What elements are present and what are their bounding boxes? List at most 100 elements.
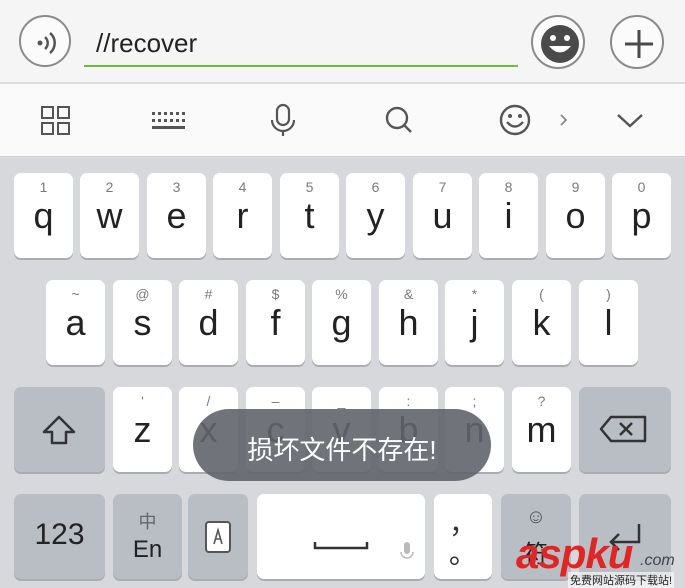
key-label: f	[270, 302, 281, 343]
message-input-bar: //recover	[0, 0, 685, 83]
key-hint: _	[337, 393, 346, 409]
key-hint: 5	[305, 179, 314, 195]
key-s[interactable]: @ s	[113, 280, 172, 365]
key-hint: 9	[571, 179, 580, 195]
key-hint: ~	[71, 286, 80, 302]
key-hint: ?	[537, 393, 546, 409]
key-hint: /	[206, 393, 211, 409]
key-hint: %	[335, 286, 348, 302]
key-q[interactable]: 1 q	[14, 173, 73, 258]
grid-icon[interactable]	[36, 100, 76, 140]
key-u[interactable]: 7 u	[413, 173, 472, 258]
key-label: w	[96, 195, 123, 236]
shift-key[interactable]	[14, 387, 105, 472]
key-d[interactable]: # d	[179, 280, 238, 365]
message-input-text: //recover	[96, 28, 198, 58]
key-e[interactable]: 3 e	[147, 173, 206, 258]
key-label: y	[366, 195, 385, 236]
key-hint: *	[471, 286, 478, 302]
key-label: r	[236, 195, 249, 236]
add-attachment-button[interactable]	[610, 15, 664, 69]
key-hint: 4	[238, 179, 247, 195]
toast-message: 损坏文件不存在!	[193, 409, 491, 481]
key-hint: (	[539, 286, 544, 302]
smiley-face-icon	[541, 25, 579, 63]
key-hint: 8	[504, 179, 513, 195]
site-watermark: aspku .com 免费网站源码下载站!	[510, 530, 685, 588]
key-hint: :	[406, 393, 411, 409]
key-label: k	[532, 302, 551, 343]
key-r[interactable]: 4 r	[213, 173, 272, 258]
key-z[interactable]: ' z	[113, 387, 172, 472]
space-key[interactable]	[257, 494, 425, 579]
backspace-key[interactable]	[579, 387, 671, 472]
language-key-chinese: 中	[138, 512, 157, 532]
key-p[interactable]: 0 p	[612, 173, 671, 258]
key-label: u	[432, 195, 453, 236]
key-w[interactable]: 2 w	[80, 173, 139, 258]
key-m[interactable]: ? m	[512, 387, 571, 472]
key-hint: 7	[438, 179, 447, 195]
toast-text: 损坏文件不存在!	[247, 435, 437, 465]
keyboard-icon[interactable]	[148, 100, 188, 140]
key-label: e	[166, 195, 187, 236]
key-hint: 1	[39, 179, 48, 195]
key-i[interactable]: 8 i	[479, 173, 538, 258]
microphone-icon[interactable]	[263, 100, 303, 140]
clipboard-icon	[205, 521, 231, 553]
shift-arrow-icon	[42, 415, 76, 445]
emoji-button[interactable]	[531, 15, 585, 69]
key-label: h	[398, 302, 419, 343]
search-icon[interactable]	[379, 100, 419, 140]
backspace-icon	[599, 415, 647, 443]
voice-message-button[interactable]	[19, 15, 71, 67]
key-label: g	[331, 302, 352, 343]
key-label: z	[133, 409, 152, 450]
key-hint: 2	[105, 179, 114, 195]
emoji-small-icon: ☺	[525, 506, 547, 528]
key-label: s	[133, 302, 152, 343]
chevron-right-icon[interactable]	[551, 100, 577, 140]
emoji-icon[interactable]	[495, 100, 535, 140]
key-hint: #	[204, 286, 213, 302]
watermark-logo: aspku	[516, 530, 633, 577]
punctuation-key[interactable]: ， 。	[434, 494, 492, 579]
clipboard-key[interactable]	[188, 494, 248, 579]
key-hint: –	[271, 393, 280, 409]
key-y[interactable]: 6 y	[346, 173, 405, 258]
language-switch-key[interactable]: 中 En	[113, 494, 182, 579]
key-hint: )	[606, 286, 611, 302]
key-k[interactable]: ( k	[512, 280, 571, 365]
plus-icon	[625, 30, 653, 58]
watermark-domain: .com	[640, 552, 675, 569]
key-g[interactable]: % g	[312, 280, 371, 365]
key-label: j	[470, 302, 479, 343]
voice-message-icon	[37, 32, 56, 54]
key-l[interactable]: ) l	[579, 280, 638, 365]
chevron-down-icon[interactable]	[610, 100, 650, 140]
key-label: t	[304, 195, 315, 236]
key-h[interactable]: & h	[379, 280, 438, 365]
key-label: p	[631, 195, 652, 236]
key-a[interactable]: ~ a	[46, 280, 105, 365]
key-hint: '	[141, 393, 144, 409]
watermark-caption: 免费网站源码下载站!	[568, 572, 675, 588]
message-input-field[interactable]: //recover	[84, 22, 518, 67]
key-label: d	[198, 302, 219, 343]
key-t[interactable]: 5 t	[280, 173, 339, 258]
keyboard-toolbar	[0, 84, 685, 157]
key-label: a	[65, 302, 86, 343]
key-f[interactable]: $ f	[246, 280, 305, 365]
soft-keyboard: 1 q 2 w 3 e 4 r 5 t 6 y 7 u 8 i 9 o 0 p …	[0, 158, 685, 588]
key-hint: 6	[371, 179, 380, 195]
space-bar-icon	[313, 542, 414, 559]
key-hint: $	[271, 286, 280, 302]
language-key-english: En	[132, 536, 163, 563]
key-label: q	[33, 195, 54, 236]
key-hint: &	[403, 286, 414, 302]
key-o[interactable]: 9 o	[546, 173, 605, 258]
key-j[interactable]: * j	[445, 280, 504, 365]
key-label: i	[504, 195, 513, 236]
numbers-key[interactable]: 123	[14, 494, 105, 579]
key-hint: @	[135, 286, 150, 302]
